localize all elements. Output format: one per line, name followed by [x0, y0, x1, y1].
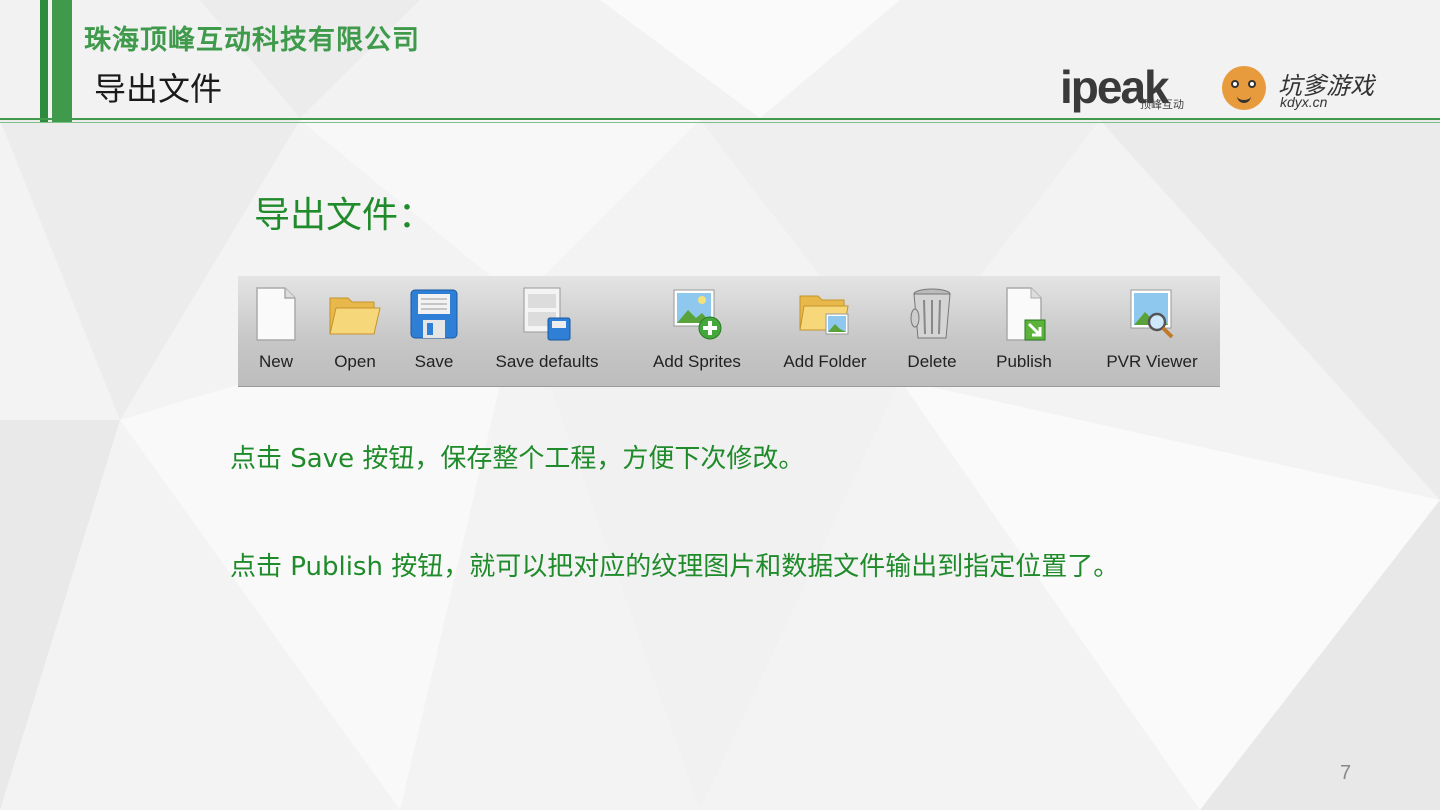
save-defaults-icon: [523, 287, 571, 341]
company-name: 珠海顶峰互动科技有限公司: [84, 25, 420, 56]
pvr-viewer-icon: [1130, 289, 1174, 339]
toolbar-label: Add Folder: [783, 352, 867, 371]
toolbar-label: Publish: [996, 352, 1052, 371]
header-divider: [0, 118, 1440, 120]
ipeak-logo: ipeak 顶峰互动: [1060, 62, 1200, 112]
page-title: 导出文件: [94, 70, 223, 108]
header-accent-bar: [40, 0, 48, 122]
add-sprites-icon: [673, 289, 722, 340]
kdyx-logo-url: kdyx.cn: [1280, 94, 1328, 110]
header-accent-bar-wide: [52, 0, 72, 122]
toolbar-label: New: [258, 352, 293, 371]
save-instruction: 点击 Save 按钮，保存整个工程，方便下次修改。: [230, 444, 805, 474]
toolbar-save-button[interactable]: Save: [404, 276, 464, 386]
ipeak-logo-subtitle: 顶峰互动: [1140, 98, 1184, 111]
publish-instruction: 点击 Publish 按钮，就可以把对应的纹理图片和数据文件输出到指定位置了。: [230, 552, 1120, 582]
monkey-face-icon: [1222, 66, 1266, 110]
toolbar-label: Open: [334, 352, 376, 371]
toolbar-delete-button[interactable]: Delete: [900, 276, 964, 386]
toolbar-publish-button[interactable]: Publish: [984, 276, 1064, 386]
toolbar-new-button[interactable]: New: [246, 276, 306, 386]
open-folder-icon: [329, 297, 381, 335]
toolbar-label: Delete: [907, 352, 957, 371]
publish-icon: [1006, 287, 1046, 341]
toolbar-label: PVR Viewer: [1106, 352, 1198, 371]
toolbar-save-defaults-button[interactable]: Save defaults: [484, 276, 610, 386]
section-title: 导出文件：: [254, 195, 435, 236]
kdyx-logo: 坑爹游戏 kdyx.cn: [1222, 64, 1382, 114]
toolbar-add-sprites-button[interactable]: Add Sprites: [642, 276, 752, 386]
toolbar-label: Save defaults: [495, 352, 599, 371]
toolbar-open-button[interactable]: Open: [324, 276, 386, 386]
toolbar-label: Save: [414, 352, 454, 371]
texturepacker-toolbar: New Open Save Save defaults Add Sprites …: [238, 276, 1220, 387]
header-divider-thin: [0, 122, 1440, 123]
new-document-icon: [256, 287, 296, 341]
save-disk-icon: [410, 289, 458, 339]
page-number: 7: [1340, 762, 1352, 784]
toolbar-pvr-viewer-button[interactable]: PVR Viewer: [1094, 276, 1210, 386]
toolbar-add-folder-button[interactable]: Add Folder: [774, 276, 876, 386]
toolbar-label: Add Sprites: [653, 352, 741, 371]
trash-can-icon: [910, 288, 951, 339]
add-folder-icon: [799, 295, 849, 335]
